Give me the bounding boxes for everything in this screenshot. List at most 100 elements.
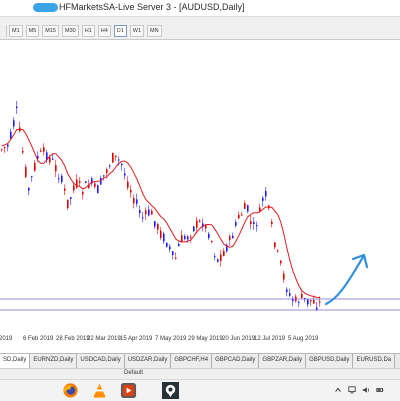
candle-body [94, 183, 96, 187]
candle-body [184, 236, 186, 240]
redacted-account-blob [33, 3, 58, 12]
candle-body [208, 233, 210, 239]
candle-body [274, 242, 276, 248]
candle-body [253, 222, 255, 225]
candle-body [13, 120, 15, 127]
candle-body [232, 235, 234, 239]
candle-body [115, 155, 117, 158]
x-axis-date-label: 6 Feb 2019 [23, 336, 54, 342]
chart-tab[interactable]: USDZAR,Daily [124, 354, 172, 368]
candle-body [31, 176, 33, 178]
candle-body [100, 178, 102, 185]
chart-canvas[interactable]: n 2019 6 Feb 201928 Feb 201922 Mar 201915… [0, 40, 400, 353]
candle-body [163, 233, 165, 242]
candle-body [256, 225, 258, 227]
price-chart[interactable]: n 2019 6 Feb 201928 Feb 201922 Mar 201915… [0, 40, 400, 353]
candle-body [154, 221, 156, 227]
timeframe-buttons: M1 M5 M15 M30 H1 H4 D1 W1 MN [6, 25, 165, 37]
candle-body [22, 151, 24, 153]
timeframe-button-m30[interactable]: M30 [61, 25, 79, 37]
timeframe-button-m1[interactable]: M1 [9, 25, 23, 37]
candle-body [160, 230, 162, 238]
candle-body [64, 188, 66, 191]
x-axis-date-label: 5 Aug 2019 [288, 336, 319, 342]
trend-arrow-annotation [324, 255, 365, 306]
candle-body [199, 220, 201, 222]
candle-body [175, 257, 177, 259]
chart-tab[interactable]: EURUSD,Da [353, 354, 396, 368]
volume-icon[interactable] [362, 386, 370, 394]
candle-body [28, 187, 30, 191]
candle-body [67, 199, 69, 208]
candle-body [52, 158, 54, 160]
timeframe-button-m15[interactable]: M15 [42, 25, 59, 37]
timeframe-toolbar: M1 M5 M15 M30 H1 H4 D1 W1 MN [0, 17, 400, 40]
candle-body [43, 147, 45, 152]
vlc-icon[interactable] [91, 382, 108, 399]
x-axis-date-label: 22 Mar 2019 [87, 336, 121, 342]
candle-body [55, 165, 57, 172]
candle-body [112, 152, 114, 163]
battery-icon[interactable] [376, 386, 384, 394]
x-axis-date-label: 29 May 2019 [188, 336, 223, 342]
network-icon[interactable] [348, 386, 356, 394]
chart-tab[interactable]: GBPCHF,H4 [171, 354, 213, 368]
candle-body [244, 203, 246, 209]
candle-body [319, 301, 321, 303]
timeframe-button-d1[interactable]: D1 [113, 25, 127, 37]
candle-body [151, 210, 153, 215]
candle-body [127, 181, 129, 188]
status-bar: Default [0, 368, 400, 379]
candle-body [223, 250, 225, 256]
candle-body [85, 181, 87, 184]
candle-body [238, 214, 240, 219]
x-axis-date-label: 12 Jul 2019 [254, 336, 286, 342]
candle-body [289, 293, 291, 296]
chart-tab[interactable]: EURNZD,Daily [30, 354, 78, 368]
x-axis-date-label: 28 Feb 2019 [56, 336, 90, 342]
candle-body [301, 293, 303, 299]
candle-body [271, 221, 273, 225]
maps-pin-icon[interactable] [162, 382, 179, 399]
candle-body [250, 221, 252, 225]
candles-group [1, 100, 321, 311]
candle-body [97, 185, 99, 194]
candle-body [49, 157, 51, 163]
candle-body [121, 163, 123, 166]
profile-label: Default [124, 370, 144, 376]
chart-tab[interactable]: USDCAD,Daily [77, 354, 125, 368]
candle-body [73, 185, 75, 191]
candle-body [196, 220, 198, 228]
candle-body [247, 205, 249, 212]
candle-body [172, 251, 174, 255]
candle-body [133, 198, 135, 204]
candle-body [61, 175, 63, 183]
candle-body [280, 260, 282, 264]
candle-body [136, 199, 138, 204]
candle-body [229, 236, 231, 240]
timeframe-button-h4[interactable]: H4 [97, 25, 111, 37]
chart-tab[interactable]: GBPUSD,Daily [306, 354, 354, 368]
candle-body [265, 191, 267, 197]
candle-body [79, 181, 81, 183]
candle-body [118, 159, 120, 161]
chart-tab[interactable]: SD,Daily [0, 354, 31, 368]
timeframe-button-w1[interactable]: W1 [129, 25, 145, 37]
candle-body [82, 191, 84, 195]
timeframe-button-m5[interactable]: M5 [25, 25, 40, 37]
candle-body [148, 209, 150, 216]
media-player-icon[interactable] [120, 382, 137, 399]
candle-body [130, 189, 132, 193]
candle-body [169, 246, 171, 250]
up-arrow-icon[interactable] [334, 386, 342, 394]
timeframe-button-mn[interactable]: MN [147, 25, 162, 37]
chart-tabs: SD,Daily EURNZD,Daily USDCAD,Daily USDZAR,D… [0, 353, 400, 368]
timeframe-button-h1[interactable]: H1 [81, 25, 95, 37]
chart-tab[interactable]: GBPCAD,Daily [212, 354, 260, 368]
candle-body [211, 241, 213, 243]
x-axis-date-label: n 2019 [0, 336, 13, 342]
firefox-icon[interactable] [62, 382, 79, 399]
chart-tab[interactable]: GBPZAR,Daily [259, 354, 307, 368]
candle-body [307, 299, 309, 305]
x-axis-date-label: 15 Apr 2019 [120, 336, 153, 342]
